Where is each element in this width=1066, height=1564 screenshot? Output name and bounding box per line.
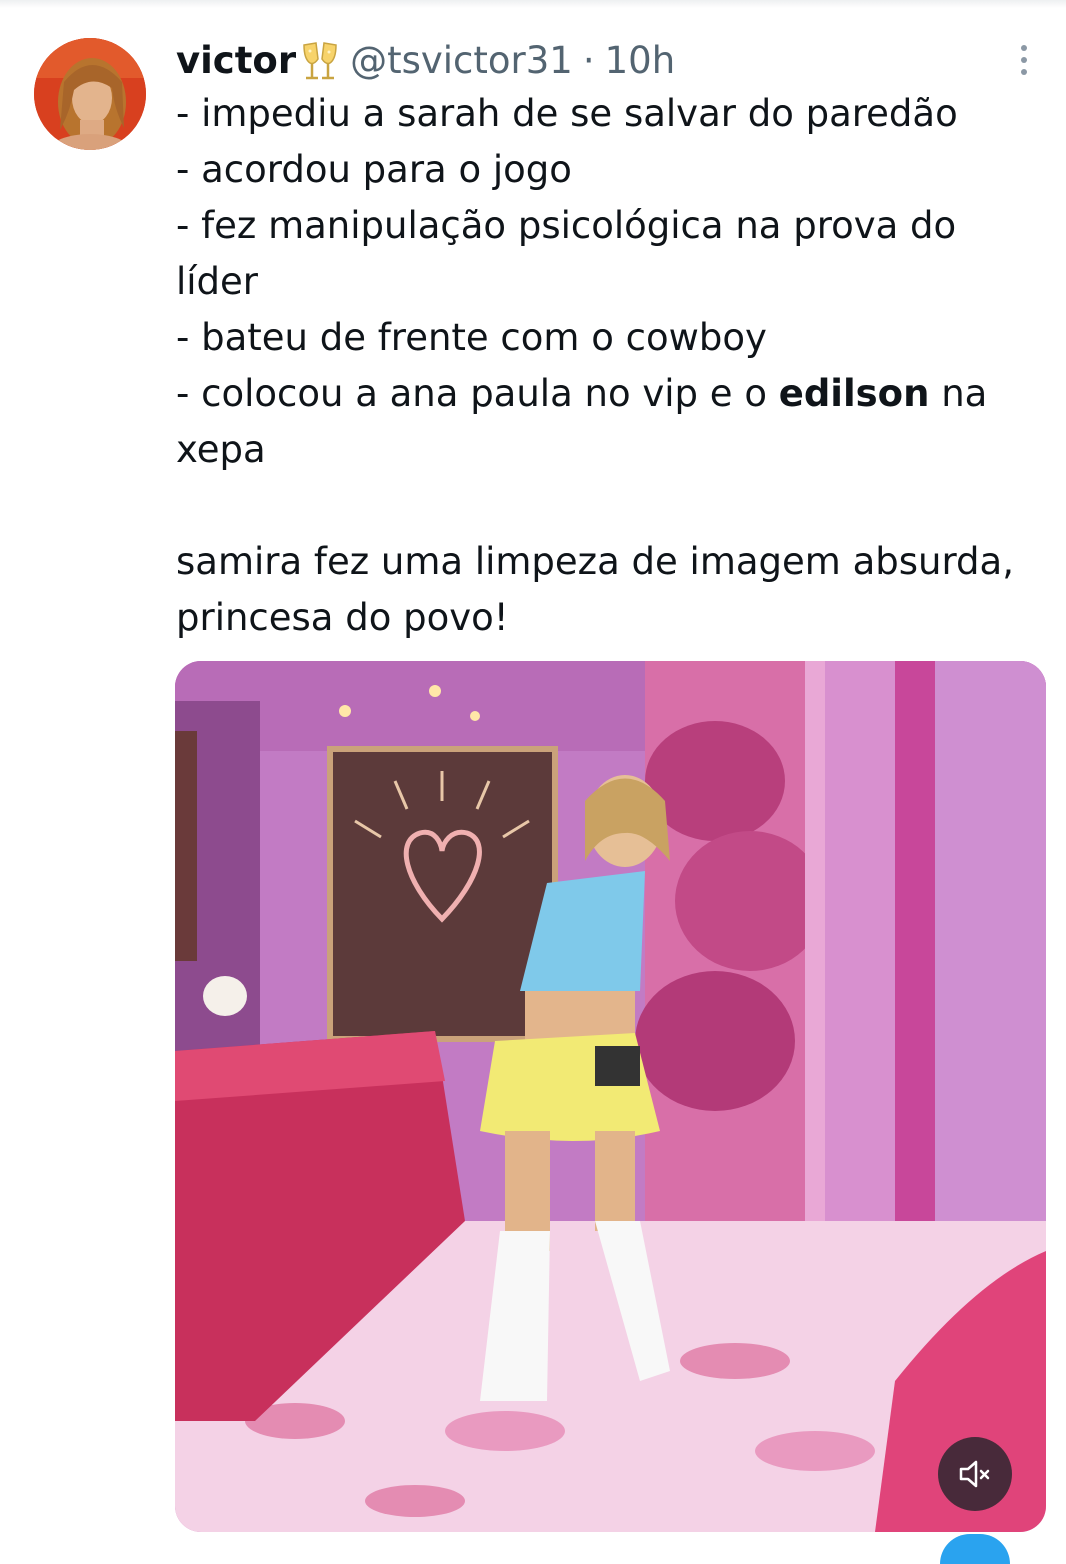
mention-bold: edilson (778, 372, 930, 415)
tweet-line: princesa do povo! (176, 596, 509, 639)
tweet-line: - colocou a ana paula no vip e o edilson… (176, 366, 1036, 422)
more-options-button[interactable] (1008, 40, 1040, 80)
speaker-muted-icon (959, 1460, 990, 1488)
top-divider (0, 0, 1066, 8)
tweet-line: - bateu de frente com o cowboy (176, 316, 767, 359)
clinking-glasses-icon (298, 39, 342, 83)
tweet-line: líder (176, 260, 259, 303)
compose-fab-edge[interactable] (940, 1534, 1010, 1564)
tweet-line-text: na (929, 372, 988, 415)
more-dot-icon (1021, 45, 1027, 51)
tweet-video[interactable] (175, 661, 1046, 1532)
tweet-line: xepa (176, 428, 266, 471)
tweet-timestamp[interactable]: 10h (605, 36, 676, 86)
mute-button[interactable] (938, 1437, 1012, 1511)
author-handle[interactable]: @tsvictor31 (350, 36, 573, 86)
display-name[interactable]: victor (176, 36, 296, 86)
tweet-line: - impediu a sarah de se salvar do paredã… (176, 92, 958, 135)
tweet-header: victor @tsvictor31 · 10h (176, 36, 675, 86)
tweet-line: - acordou para o jogo (176, 148, 572, 191)
tweet-line: samira fez uma limpeza de imagem absurda… (176, 540, 1014, 583)
video-frame (175, 661, 1046, 1532)
tweet-line: - fez manipulação psicológica na prova d… (176, 204, 957, 247)
more-dot-icon (1021, 57, 1027, 63)
tweet-text: - impediu a sarah de se salvar do paredã… (176, 86, 1036, 646)
more-dot-icon (1021, 69, 1027, 75)
tweet-line-text: - colocou a ana paula no vip e o (176, 372, 779, 415)
separator-dot: · (582, 39, 595, 82)
avatar[interactable] (34, 38, 146, 150)
